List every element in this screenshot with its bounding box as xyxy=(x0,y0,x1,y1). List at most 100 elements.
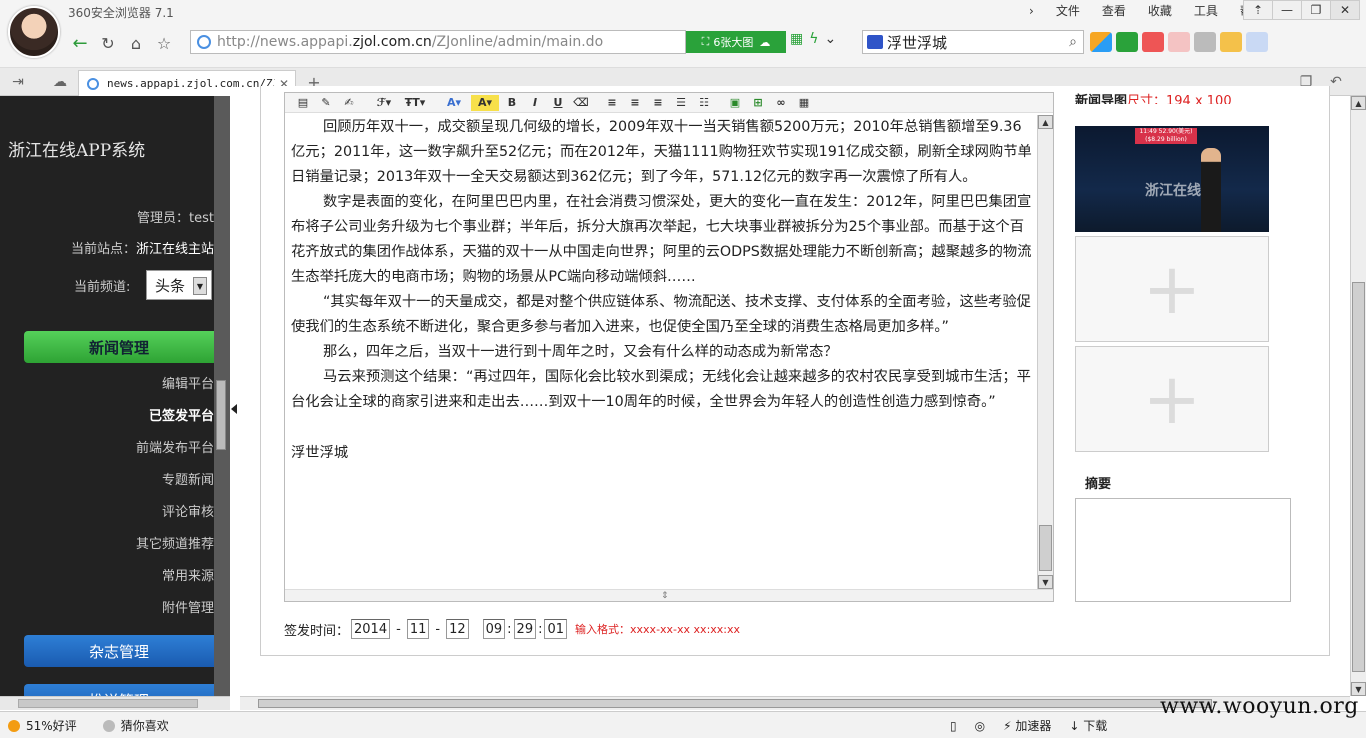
dropdown-chevron-icon[interactable]: ⌄ xyxy=(824,31,836,47)
accelerator-button[interactable]: ⚡ 加速器 xyxy=(1003,717,1051,734)
summary-textarea[interactable] xyxy=(1075,498,1291,602)
insert-image-icon[interactable]: ▣ xyxy=(725,95,745,111)
page-vertical-scrollbar[interactable]: ▲ ▼ xyxy=(1350,96,1366,696)
sidebar-horizontal-scrollbar[interactable] xyxy=(0,696,230,710)
publish-day-input[interactable]: 12 xyxy=(446,619,469,639)
paste-icon[interactable]: ✎ xyxy=(316,95,336,111)
sidebar-item-comment-review[interactable]: 评论审核 xyxy=(162,501,214,520)
group-push-management[interactable]: 推送管理 xyxy=(24,684,214,696)
game-extension-icon[interactable] xyxy=(1194,32,1216,52)
site-value: 浙江在线主站 xyxy=(135,242,214,257)
search-box[interactable]: 浮世浮城 ⌕ xyxy=(862,30,1084,54)
sidebar-item-other-channel[interactable]: 其它频道推荐 xyxy=(136,533,214,552)
bold-icon[interactable]: B xyxy=(502,95,522,111)
user-avatar[interactable] xyxy=(8,6,60,58)
sidebar-item-published-platform[interactable]: 已签发平台 xyxy=(149,405,214,424)
favorite-star-icon[interactable]: ☆ xyxy=(150,31,178,55)
channel-select[interactable]: 头条 ▼ xyxy=(146,270,212,300)
resize-grip-icon[interactable]: ⇕ xyxy=(661,591,669,601)
sidebar-item-frontend-publish[interactable]: 前端发布平台 xyxy=(136,437,214,456)
eraser-icon[interactable]: ⌫ xyxy=(571,95,591,111)
pdf-extension-icon[interactable] xyxy=(1168,32,1190,52)
apps-extension-icon[interactable] xyxy=(1090,32,1112,52)
zoom-extension-icon[interactable] xyxy=(1246,32,1268,52)
publish-hour-input[interactable]: 09 xyxy=(482,619,506,639)
lightning-icon[interactable]: ϟ xyxy=(809,31,818,47)
search-input[interactable]: 浮世浮城 xyxy=(887,32,1063,53)
collapse-sidebar-icon[interactable] xyxy=(231,404,237,414)
sidebar-scrollbar-thumb[interactable] xyxy=(216,380,226,450)
add-image-slot[interactable]: + xyxy=(1075,346,1269,452)
screenshot-images-label: 6张大图 xyxy=(713,36,754,49)
sidebar-item-topic-news[interactable]: 专题新闻 xyxy=(162,469,214,488)
news-image-thumbnail[interactable]: 11:49 52.90(美元) ($8.29 billion) 浙江在线 xyxy=(1075,126,1269,232)
font-color-icon[interactable]: A▾ xyxy=(440,95,468,111)
unordered-list-icon[interactable]: ☷ xyxy=(694,95,714,111)
group-magazine-management[interactable]: 杂志管理 xyxy=(24,635,214,667)
source-icon[interactable]: ▤ xyxy=(293,95,313,111)
address-url[interactable]: http://news.appapi.zjol.com.cn/ZJonline/… xyxy=(217,34,603,50)
ordered-list-icon[interactable]: ☰ xyxy=(671,95,691,111)
sidebar-item-common-sources[interactable]: 常用来源 xyxy=(162,565,214,584)
sidebar-toggle-icon[interactable]: ⇥ xyxy=(6,72,30,92)
sidebar-item-edit-platform[interactable]: 编辑平台 xyxy=(162,373,214,392)
sidebar-item-attachments[interactable]: 附件管理 xyxy=(162,597,214,616)
font-family-icon[interactable]: ℱ▾ xyxy=(370,95,398,111)
calendar-extension-icon[interactable] xyxy=(1142,32,1164,52)
qrcode-icon[interactable]: ▦ xyxy=(790,31,803,47)
italic-icon[interactable]: I xyxy=(525,95,545,111)
underline-icon[interactable]: U xyxy=(548,95,568,111)
screenshot-images-button[interactable]: ⛶ 6张大图 ☁ xyxy=(686,31,786,53)
close-window-button[interactable]: ✕ xyxy=(1330,0,1360,20)
editor-content[interactable]: 回顾历年双十一，成交额呈现几何级的增长，2009年双十一当天销售额5200万元；… xyxy=(285,115,1037,589)
guess-text[interactable]: 猜你喜欢 xyxy=(121,717,169,734)
editor-scroll-thumb[interactable] xyxy=(1039,525,1052,571)
menu-file[interactable]: 文件 xyxy=(1045,2,1091,20)
guess-icon xyxy=(102,719,115,732)
rich-text-editor[interactable]: ▤ ✎ ✍ ℱ▾ ŦT▾ A▾ A▾ B I U ⌫ ≡ ≡ ≡ ☰ ☷ ▣ ⊞… xyxy=(284,92,1054,602)
scroll-down-icon[interactable]: ▼ xyxy=(1038,575,1053,589)
gift-extension-icon[interactable] xyxy=(1220,32,1242,52)
align-left-icon[interactable]: ≡ xyxy=(602,95,622,111)
publish-minute-input[interactable]: 29 xyxy=(513,619,537,639)
link-icon[interactable]: ∞ xyxy=(771,95,791,111)
photo-watermark-logo: 浙江在线 xyxy=(1145,183,1201,199)
search-icon[interactable]: ⌕ xyxy=(1063,34,1083,50)
back-icon[interactable]: ← xyxy=(66,31,94,55)
editor-resize-bar[interactable]: ⇕ xyxy=(285,589,1053,601)
video-icon[interactable]: ▦ xyxy=(794,95,814,111)
font-size-icon[interactable]: ŦT▾ xyxy=(401,95,429,111)
menu-tools[interactable]: 工具 xyxy=(1183,2,1229,20)
menu-favorites[interactable]: 收藏 xyxy=(1137,2,1183,20)
home-icon[interactable]: ⌂ xyxy=(122,31,150,55)
menu-view[interactable]: 查看 xyxy=(1091,2,1137,20)
minimize-button[interactable]: — xyxy=(1272,0,1302,20)
publish-month-input[interactable]: 11 xyxy=(406,619,430,639)
editor-scrollbar[interactable]: ▲ ▼ xyxy=(1037,115,1053,589)
insert-table-icon[interactable]: ⊞ xyxy=(748,95,768,111)
publish-second-input[interactable]: 01 xyxy=(544,619,568,639)
sidebar-hscroll-thumb[interactable] xyxy=(18,699,198,708)
align-right-icon[interactable]: ≡ xyxy=(648,95,668,111)
cloud-sync-icon[interactable]: ☁ xyxy=(48,72,72,92)
scroll-up-icon[interactable]: ▲ xyxy=(1038,115,1053,129)
publish-year-input[interactable]: 2014 xyxy=(351,619,391,639)
pin-icon[interactable]: ⇡ xyxy=(1243,0,1273,20)
maximize-button[interactable]: ❐ xyxy=(1301,0,1331,20)
page-scroll-thumb[interactable] xyxy=(1352,282,1365,672)
shield-extension-icon[interactable] xyxy=(1116,32,1138,52)
mobile-icon[interactable]: ▯ xyxy=(950,719,957,733)
address-bar[interactable]: http://news.appapi.zjol.com.cn/ZJonline/… xyxy=(190,30,686,54)
align-center-icon[interactable]: ≡ xyxy=(625,95,645,111)
page-hscroll-thumb[interactable] xyxy=(258,699,1212,708)
menu-chevron-icon[interactable]: › xyxy=(1018,2,1045,20)
paste-word-icon[interactable]: ✍ xyxy=(339,95,359,111)
refresh-icon[interactable]: ↻ xyxy=(94,31,122,55)
browser-icon[interactable]: ◎ xyxy=(975,719,985,733)
rating-text[interactable]: 51%好评 xyxy=(26,717,77,734)
download-button[interactable]: ↓ 下载 xyxy=(1069,717,1107,734)
scroll-up-icon[interactable]: ▲ xyxy=(1351,96,1366,110)
group-news-management[interactable]: 新闻管理 xyxy=(24,331,214,363)
add-image-slot[interactable]: + xyxy=(1075,236,1269,342)
highlight-color-icon[interactable]: A▾ xyxy=(471,94,499,111)
